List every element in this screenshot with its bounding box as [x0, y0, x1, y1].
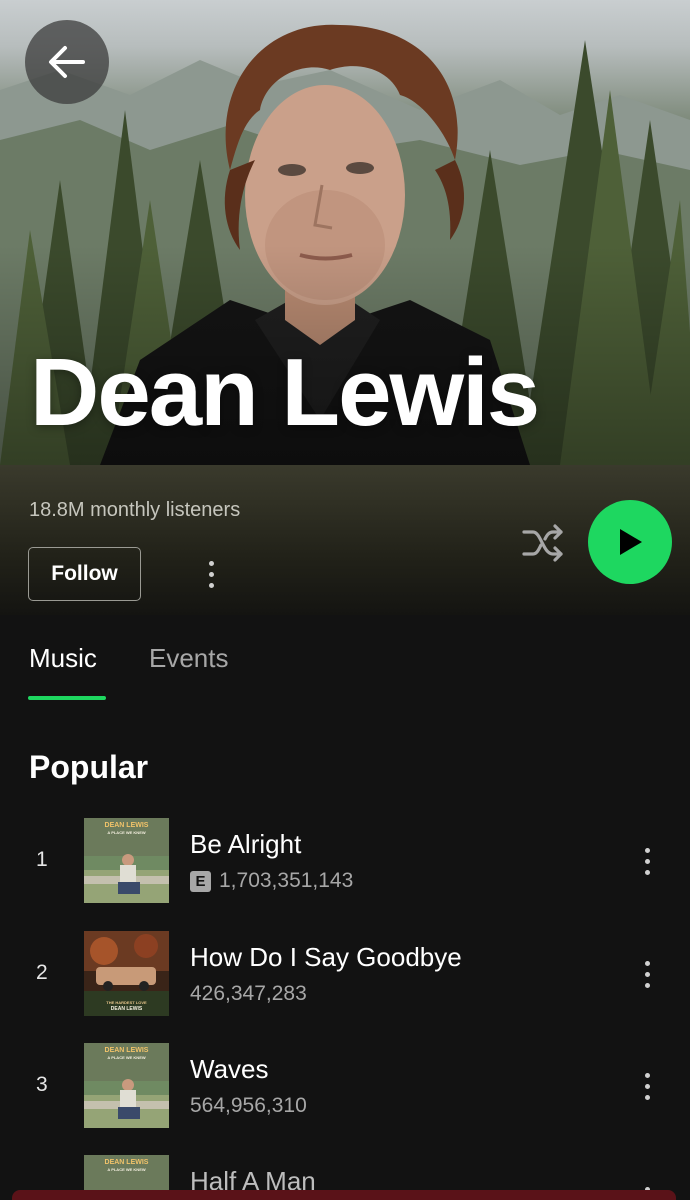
follow-button[interactable]: Follow: [28, 547, 141, 601]
artist-info-bar: 18.8M monthly listeners Follow: [0, 465, 690, 615]
artist-name: Dean Lewis: [30, 339, 540, 446]
album-cover: DEAN LEWIS A PLACE WE KNEW: [84, 1043, 169, 1128]
track-row[interactable]: 1 DEAN LEWIS A PLACE WE KNEW Be Alright …: [0, 818, 690, 908]
explicit-badge: E: [190, 870, 211, 892]
artist-tabs: Music Events: [0, 615, 690, 705]
track-more-button[interactable]: [632, 1069, 662, 1103]
track-title: Be Alright: [190, 829, 302, 859]
cover-title: THE HARDEST LOVE: [106, 1000, 147, 1005]
track-rank: 3: [36, 1073, 48, 1096]
album-cover: DEAN LEWIS A PLACE WE KNEW: [84, 818, 169, 903]
tab-events[interactable]: Events: [149, 643, 229, 674]
arrow-left-icon: [49, 46, 85, 78]
play-count: 564,956,310: [190, 1094, 307, 1117]
cover-title: DEAN LEWIS: [104, 1159, 149, 1166]
cover-subtitle: A PLACE WE KNEW: [107, 1167, 146, 1172]
track-play-count: 426,347,283: [190, 982, 307, 1006]
active-tab-indicator: [28, 696, 106, 700]
tab-music[interactable]: Music: [29, 643, 97, 674]
artist-hero-image: Dean Lewis: [0, 0, 690, 465]
track-more-button[interactable]: [632, 957, 662, 991]
track-rank: 1: [36, 848, 48, 871]
cover-subtitle: A PLACE WE KNEW: [107, 1055, 146, 1060]
play-icon: [620, 529, 642, 555]
track-row[interactable]: 2 THE HARDEST LOVE DEAN LEWIS How Do I S…: [0, 931, 690, 1021]
cover-subtitle: A PLACE WE KNEW: [107, 830, 146, 835]
popular-heading: Popular: [29, 749, 149, 785]
shuffle-button[interactable]: [518, 520, 568, 566]
shuffle-icon: [522, 524, 563, 562]
track-rank: 2: [36, 961, 48, 984]
track-title: How Do I Say Goodbye: [190, 942, 462, 972]
play-count: 426,347,283: [190, 982, 307, 1005]
track-play-count: 564,956,310: [190, 1094, 307, 1118]
monthly-listeners: 18.8M monthly listeners: [29, 499, 241, 521]
track-more-button[interactable]: [632, 844, 662, 878]
more-options-button[interactable]: [195, 552, 227, 596]
play-count: 1,703,351,143: [219, 869, 354, 892]
back-button[interactable]: [25, 20, 109, 104]
track-title: Waves: [190, 1054, 269, 1084]
track-row[interactable]: 3 DEAN LEWIS A PLACE WE KNEW Waves 564,9…: [0, 1043, 690, 1133]
cover-title: DEAN LEWIS: [104, 822, 149, 829]
cover-subtitle: DEAN LEWIS: [110, 1006, 143, 1012]
album-cover: THE HARDEST LOVE DEAN LEWIS: [84, 931, 169, 1016]
cover-title: DEAN LEWIS: [104, 1047, 149, 1054]
mini-player-bar[interactable]: [12, 1190, 676, 1200]
play-button[interactable]: [588, 500, 672, 584]
track-play-count: E 1,703,351,143: [190, 869, 353, 893]
